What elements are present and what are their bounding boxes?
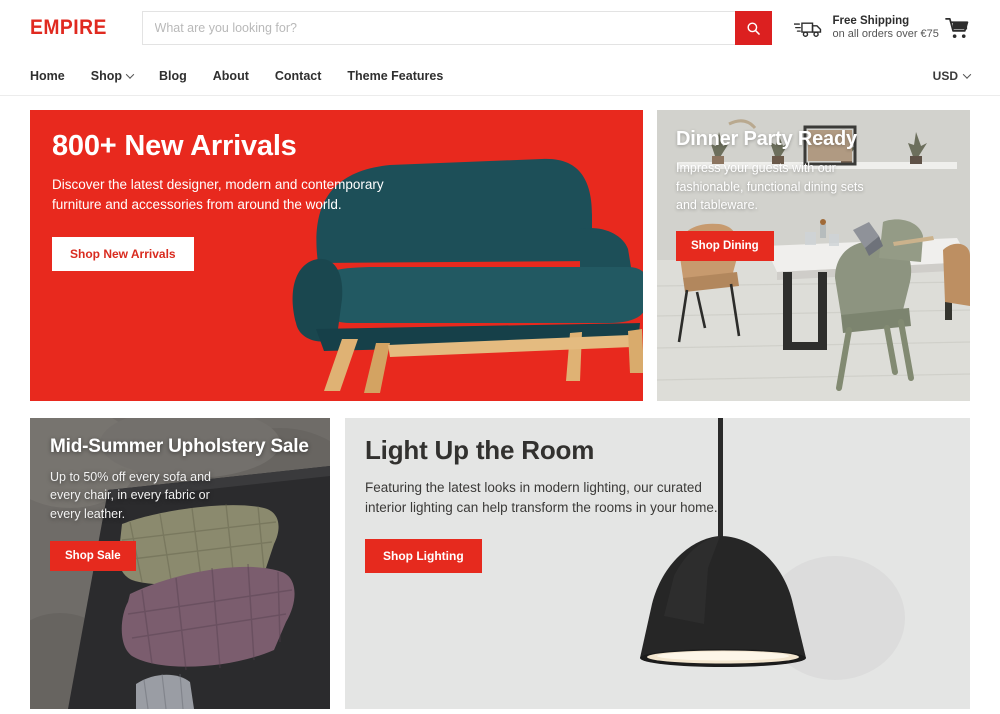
promo-title: Mid-Summer Upholstery Sale	[50, 436, 309, 457]
nav-label: Blog	[158, 68, 187, 83]
promo-card-dining[interactable]: Dinner Party Ready Impress your guests w…	[657, 110, 970, 401]
search-icon	[746, 21, 760, 35]
promo-content: Dinner Party Ready Impress your guests w…	[676, 128, 956, 261]
promo-content: Light Up the Room Featuring the latest l…	[365, 435, 956, 574]
shop-dining-button[interactable]: Shop Dining	[676, 230, 774, 261]
nav-item-shop[interactable]: Shop	[90, 68, 135, 83]
nav-label: Home	[30, 68, 65, 83]
cart-button[interactable]	[945, 17, 970, 40]
nav-label: Theme Features	[347, 68, 444, 83]
promo-description: Featuring the latest looks in modern lig…	[365, 480, 718, 515]
main-navigation: Home Shop Blog About Contact Theme Featu…	[0, 56, 1000, 96]
promo-title: Dinner Party Ready	[676, 128, 857, 150]
nav-item-about[interactable]: About	[213, 69, 249, 83]
site-logo[interactable]: EMPIRE	[30, 16, 107, 40]
shop-sale-button[interactable]: Shop Sale	[50, 540, 136, 571]
shop-lighting-button[interactable]: Shop Lighting	[365, 539, 482, 574]
nav-item-theme-features[interactable]: Theme Features	[347, 69, 443, 83]
search-input[interactable]	[141, 11, 735, 45]
promo-grid: 800+ New Arrivals Discover the latest de…	[30, 110, 970, 709]
nav-item-contact[interactable]: Contact	[275, 69, 322, 83]
site-header: EMPIRE Free Shipping on all orders over …	[0, 0, 1000, 56]
promo-row-bottom: Mid-Summer Upholstery Sale Up to 50% off…	[30, 418, 970, 709]
nav-items: Home Shop Blog About Contact Theme Featu…	[30, 69, 443, 83]
promo-description: Up to 50% off every sofa and every chair…	[50, 470, 211, 521]
search-submit-button[interactable]	[734, 11, 772, 45]
promo-description: Impress your guests with our fashionable…	[676, 161, 864, 212]
promo-row-top: 800+ New Arrivals Discover the latest de…	[30, 110, 970, 401]
currency-selector[interactable]: USD	[932, 68, 972, 83]
promo-card-lighting[interactable]: Light Up the Room Featuring the latest l…	[345, 418, 970, 709]
promo-card-new-arrivals[interactable]: 800+ New Arrivals Discover the latest de…	[30, 110, 643, 401]
nav-item-home[interactable]: Home	[30, 69, 65, 83]
delivery-truck-icon	[793, 22, 821, 37]
free-shipping-banner: Free Shipping on all orders over €75	[793, 14, 939, 42]
promo-title: Light Up the Room	[365, 435, 595, 465]
nav-label: Shop	[90, 68, 122, 83]
currency-label: USD	[932, 68, 958, 83]
promo-content: 800+ New Arrivals Discover the latest de…	[52, 130, 631, 271]
promo-card-sale[interactable]: Mid-Summer Upholstery Sale Up to 50% off…	[30, 418, 330, 709]
shop-new-arrivals-button[interactable]: Shop New Arrivals	[52, 236, 194, 271]
nav-item-blog[interactable]: Blog	[159, 69, 187, 83]
search-bar	[141, 11, 772, 45]
chevron-down-icon	[125, 69, 135, 79]
promo-title: 800+ New Arrivals	[52, 130, 297, 162]
shipping-subtitle: on all orders over €75	[832, 28, 939, 41]
shopping-cart-icon	[945, 17, 969, 38]
nav-label: Contact	[274, 68, 322, 83]
chevron-down-icon	[962, 69, 972, 79]
promo-description: Discover the latest designer, modern and…	[52, 177, 384, 213]
shipping-title: Free Shipping	[832, 14, 910, 27]
nav-label: About	[212, 68, 249, 83]
promo-content: Mid-Summer Upholstery Sale Up to 50% off…	[50, 436, 316, 571]
